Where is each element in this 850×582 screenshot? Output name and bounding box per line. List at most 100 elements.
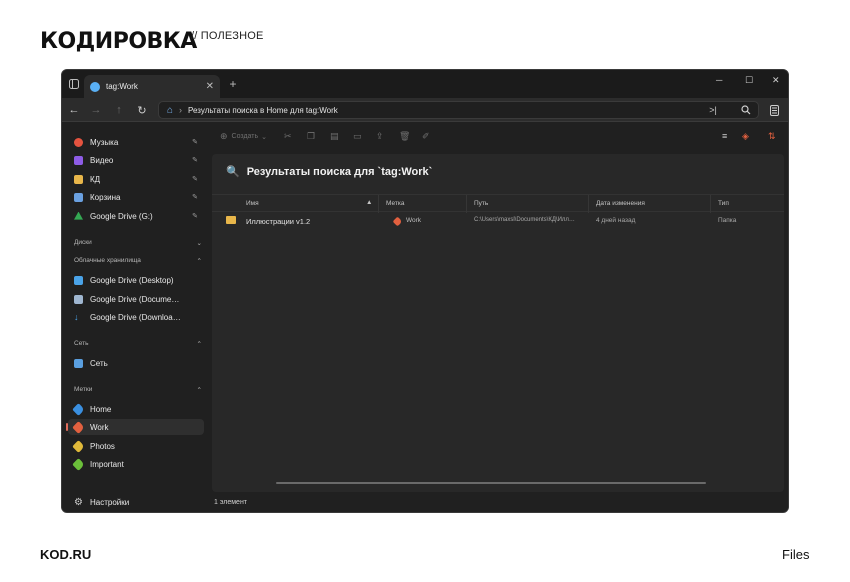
settings-button[interactable]: ⚙ Настройки	[68, 494, 204, 510]
tab-bar: tag:Work ✕ + ─ ☐ ✕	[62, 70, 788, 98]
column-path[interactable]: Путь	[474, 200, 488, 207]
rename-icon[interactable]: ▭	[353, 131, 362, 142]
column-tag[interactable]: Метка	[386, 200, 404, 207]
sidebar-item-trash[interactable]: Корзина ✎	[68, 189, 204, 205]
terminal-icon[interactable]: >|	[707, 104, 719, 116]
pin-icon[interactable]: ✎	[192, 212, 198, 220]
back-arrow-icon[interactable]: ←	[68, 104, 80, 116]
section-network[interactable]: Сеть ⌃	[74, 340, 202, 348]
section-disks[interactable]: Диски ⌄	[74, 239, 202, 247]
refresh-icon[interactable]: ↻	[136, 104, 148, 117]
create-label: Создать	[231, 133, 259, 140]
share-icon[interactable]: ⇪	[376, 131, 384, 142]
plus-circle-icon: ⊕	[220, 131, 228, 141]
sidebar-item-music[interactable]: Музыка ✎	[68, 134, 204, 150]
column-name[interactable]: Имя	[246, 200, 259, 207]
sidebar-item-tag-work[interactable]: Work	[66, 419, 204, 435]
folder-icon	[226, 216, 236, 224]
column-type[interactable]: Тип	[718, 200, 729, 207]
tab-close-icon[interactable]: ✕	[206, 81, 214, 92]
music-icon	[74, 137, 83, 147]
row-type: Папка	[718, 217, 737, 224]
sidebar-item-label: КД	[90, 174, 101, 184]
settings-label: Настройки	[90, 497, 130, 507]
column-divider[interactable]	[588, 195, 589, 213]
row-tag: Work	[406, 217, 422, 224]
sort-ascending-icon[interactable]: ▲	[366, 199, 372, 206]
column-divider[interactable]	[466, 195, 467, 213]
document-icon	[74, 294, 83, 304]
forward-arrow-icon[interactable]: →	[90, 104, 102, 116]
google-drive-icon	[74, 211, 83, 220]
tag-icon	[72, 402, 85, 416]
tag-icon	[72, 457, 85, 471]
sidebar-item-label: Photos	[90, 441, 115, 451]
sidebar-item-video[interactable]: Видео ✎	[68, 152, 204, 168]
address-path: Результаты поиска в Home для tag:Work	[188, 105, 338, 115]
sidebar-item-kd[interactable]: КД ✎	[68, 171, 204, 187]
status-bar-count: 1 элемент	[214, 499, 248, 506]
cut-icon[interactable]: ✂	[284, 131, 292, 142]
copy-icon[interactable]: ❐	[307, 131, 315, 142]
sidebar-item-google-drive-g[interactable]: Google Drive (G:) ✎	[68, 208, 204, 224]
chevron-up-icon: ⌃	[196, 258, 202, 265]
sidebar-item-label: Google Drive (G:)	[90, 211, 153, 221]
row-modified: 4 дней назад	[596, 217, 636, 224]
folder-icon	[74, 174, 83, 184]
sidebar-item-tag-photos[interactable]: Photos	[68, 438, 204, 454]
sidebar-item-google-drive-desktop[interactable]: Google Drive (Desktop)	[68, 272, 204, 288]
sidebar-item-tag-home[interactable]: Home	[68, 401, 204, 417]
sidebar-item-tag-important[interactable]: Important	[68, 456, 204, 472]
sidebar-item-google-drive-downloads[interactable]: ↓ Google Drive (Downloa…	[68, 309, 204, 325]
filter-icon[interactable]: ≡	[722, 131, 727, 141]
sidebar-item-network[interactable]: Сеть	[68, 355, 204, 371]
section-label: Метки	[74, 386, 93, 393]
search-icon[interactable]	[740, 104, 752, 116]
drive-icon	[74, 275, 83, 285]
properties-icon[interactable]: ✐	[422, 131, 430, 142]
sidebar-item-label: Корзина	[90, 192, 121, 202]
chevron-right-icon: ›	[179, 105, 183, 115]
pin-icon[interactable]: ✎	[192, 156, 198, 164]
main-content: ⊕ Создать ⌄ ✂ ❐ ▤ ▭ ⇪ 🗑 ✐ ≡ ◈ ⇅ ▥ ◧ 🔍 Ре…	[210, 122, 788, 512]
close-window-button[interactable]: ✕	[772, 75, 780, 86]
tag-filter-icon[interactable]: ◈	[742, 131, 749, 142]
sidebar-item-label: Important	[90, 459, 124, 469]
sidebar-toggle-icon[interactable]	[68, 78, 80, 90]
toolbar: ⊕ Создать ⌄ ✂ ❐ ▤ ▭ ⇪ 🗑 ✐ ≡ ◈ ⇅ ▥ ◧	[210, 122, 788, 152]
sidebar-item-label: Home	[90, 404, 112, 414]
new-tab-button[interactable]: +	[226, 77, 240, 91]
tab-tag-work[interactable]: tag:Work ✕	[84, 75, 220, 98]
create-button[interactable]: ⊕ Создать ⌄	[220, 131, 267, 142]
sidebar-item-label: Work	[90, 422, 109, 432]
sidebar-item-google-drive-documents[interactable]: Google Drive (Docume…	[68, 291, 204, 307]
section-label: Диски	[74, 239, 92, 246]
section-cloud[interactable]: Облачные хранилища ⌃	[74, 257, 202, 265]
trash-icon	[74, 192, 83, 202]
delete-icon[interactable]: 🗑	[399, 131, 410, 142]
maximize-button[interactable]: ☐	[745, 75, 753, 86]
pin-icon[interactable]: ✎	[192, 193, 198, 201]
paste-icon[interactable]: ▤	[330, 131, 339, 142]
horizontal-scrollbar[interactable]	[276, 482, 706, 484]
column-modified[interactable]: Дата изменения	[596, 200, 645, 207]
chevron-up-icon: ⌃	[196, 387, 202, 394]
column-divider[interactable]	[378, 195, 379, 213]
sort-icon[interactable]: ⇅	[768, 131, 776, 142]
address-field[interactable]: ⌂ › Результаты поиска в Home для tag:Wor…	[158, 101, 759, 119]
row-name: Иллюстрации v1.2	[246, 217, 311, 226]
column-divider[interactable]	[710, 195, 711, 213]
site-logo: КОДИРОВКА	[40, 29, 197, 54]
table-row[interactable]: Иллюстрации v1.2 Work C:\Users\maxsl\Doc…	[212, 214, 784, 230]
storage-icon[interactable]	[768, 104, 780, 116]
section-label: Облачные хранилища	[74, 257, 141, 264]
category-label: // ПОЛЕЗНОЕ	[191, 30, 264, 42]
search-icon: 🔍	[226, 166, 240, 178]
sidebar-item-label: Google Drive (Desktop)	[90, 275, 174, 285]
section-tags[interactable]: Метки ⌃	[74, 386, 202, 394]
row-path: C:\Users\maxsl\Documents\КД\Илл…	[474, 217, 575, 223]
pin-icon[interactable]: ✎	[192, 175, 198, 183]
up-arrow-icon[interactable]: ↑	[113, 104, 125, 116]
minimize-button[interactable]: ─	[716, 75, 722, 85]
pin-icon[interactable]: ✎	[192, 138, 198, 146]
